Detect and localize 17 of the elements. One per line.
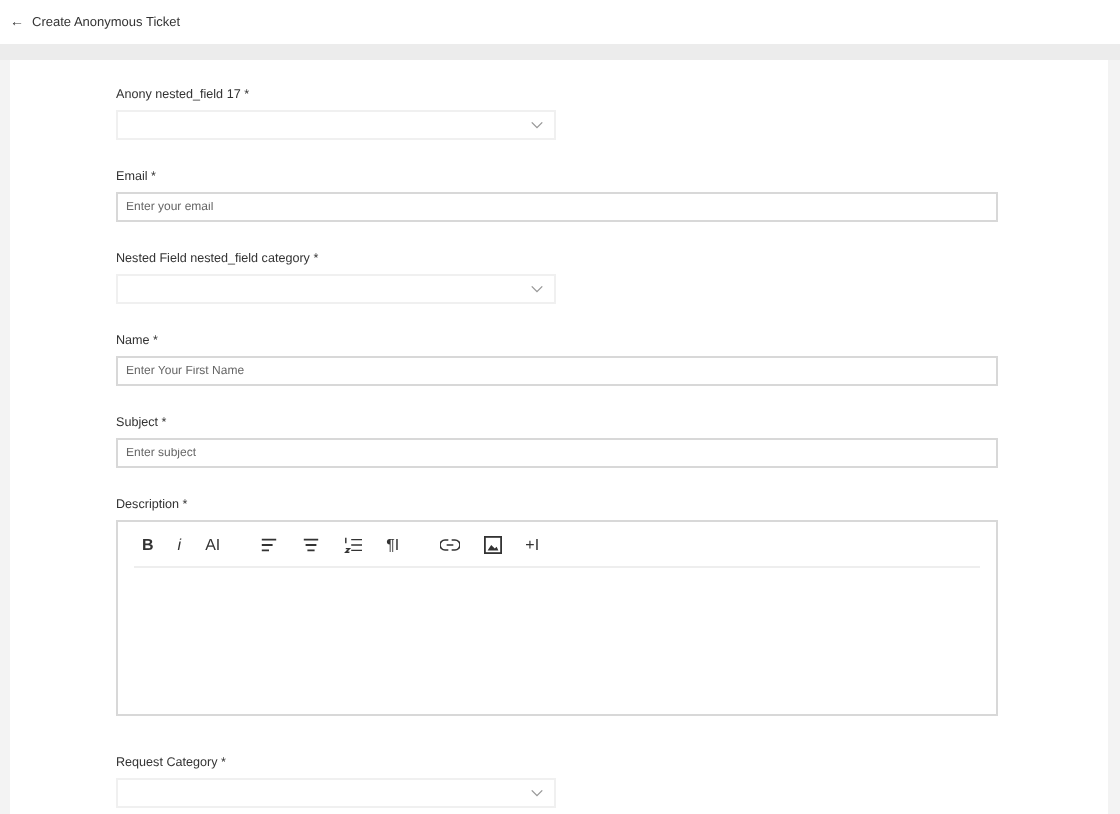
dropdown-field[interactable] bbox=[116, 778, 556, 808]
format-button[interactable]: B bbox=[142, 535, 154, 553]
format-button[interactable]: AI bbox=[205, 535, 221, 553]
format-button[interactable]: i bbox=[177, 535, 182, 553]
numbered-list-icon[interactable] bbox=[344, 535, 363, 553]
align-center-icon[interactable] bbox=[302, 535, 321, 553]
chevron-down-icon bbox=[530, 120, 544, 130]
dropdown-field[interactable] bbox=[116, 110, 556, 140]
rich-text-editor[interactable]: B i AI ¶I +I bbox=[116, 520, 998, 716]
link-icon[interactable] bbox=[439, 537, 460, 551]
dropdown-field[interactable] bbox=[116, 274, 556, 304]
format-button[interactable]: +I bbox=[525, 535, 540, 553]
chevron-down-icon bbox=[530, 284, 544, 294]
image-icon[interactable] bbox=[483, 535, 502, 553]
align-left-icon[interactable] bbox=[260, 535, 279, 553]
chevron-down-icon bbox=[530, 788, 544, 798]
format-button[interactable]: ¶I bbox=[386, 535, 400, 553]
